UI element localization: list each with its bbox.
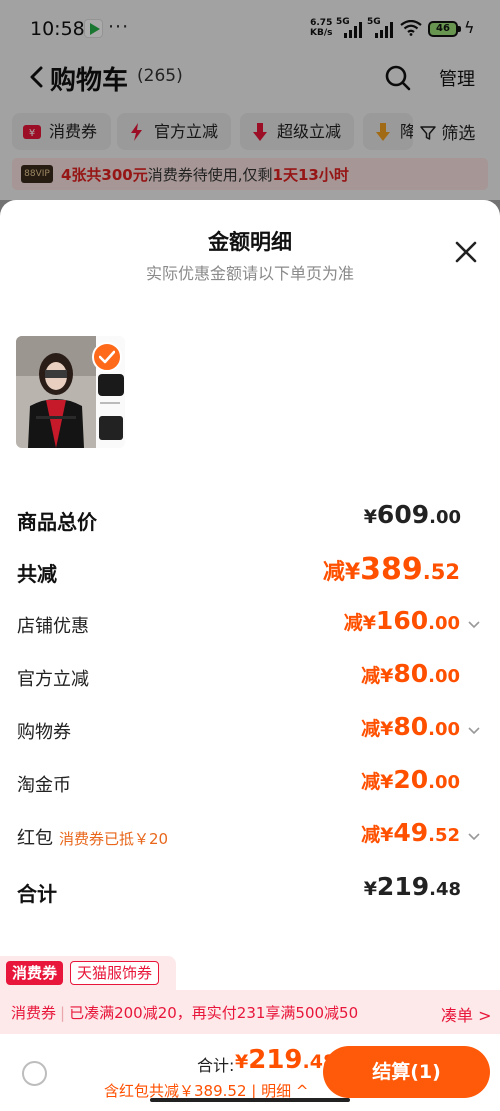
promo-text: 消费券 | 已凑满200减20，再实付231享满500减50 xyxy=(11,1002,358,1023)
red-packet-note: 消费券已抵￥20 xyxy=(59,830,169,848)
chevron-down-icon[interactable] xyxy=(467,620,481,630)
row-label: 店铺优惠 xyxy=(17,616,89,637)
row-amount: 减¥160.00 xyxy=(343,606,460,635)
row-goods-total: 商品总价 ¥609.00 xyxy=(0,500,500,536)
row-amount: 减¥80.00 xyxy=(361,712,460,741)
row-total-reduction: 共减 减¥389.52 xyxy=(0,552,500,588)
row-taobao-coins: 淘金币 减¥20.00 xyxy=(0,765,500,801)
product-photo xyxy=(16,336,96,448)
row-label: 淘金币 xyxy=(17,775,71,796)
promo-message: 已凑满200减20，再实付231享满500减50 xyxy=(69,1004,359,1022)
select-all-checkbox[interactable] xyxy=(22,1061,47,1086)
row-amount: 减¥20.00 xyxy=(361,765,460,794)
home-indicator xyxy=(150,1098,350,1102)
row-shop-discount[interactable]: 店铺优惠 减¥160.00 xyxy=(0,606,500,642)
row-amount: ¥219.48 xyxy=(363,872,461,901)
promo-bar[interactable]: 消费券 | 已凑满200减20，再实付231享满500减50 凑单 > xyxy=(0,990,500,1034)
coupon-tags: 消费券 天猫服饰券 xyxy=(0,952,500,990)
chevron-down-icon[interactable] xyxy=(467,832,481,842)
row-label: 购物券 xyxy=(17,722,71,743)
chevron-down-icon[interactable] xyxy=(467,726,481,736)
row-label: 商品总价 xyxy=(17,510,97,534)
row-grand-total: 合计 ¥219.48 xyxy=(0,872,500,908)
sheet-subtitle: 实际优惠金额请以下单页为准 xyxy=(145,264,354,283)
consume-coupon-tag[interactable]: 消费券 xyxy=(6,961,64,985)
row-label: 红包 消费券已抵￥20 xyxy=(17,828,169,849)
total-label: 合计: xyxy=(197,1056,235,1075)
row-label: 合计 xyxy=(17,882,57,906)
promo-separator: | xyxy=(60,1004,66,1022)
row-shopping-coupon[interactable]: 购物券 减¥80.00 xyxy=(0,712,500,748)
sheet-title: 金额明细 xyxy=(208,230,292,254)
row-amount: 减¥389.52 xyxy=(322,552,460,587)
row-amount: 减¥80.00 xyxy=(361,659,460,688)
row-red-packet[interactable]: 红包 消费券已抵￥20 减¥49.52 xyxy=(0,818,500,854)
checkout-button[interactable]: 结算(1) xyxy=(323,1046,490,1098)
promo-tag: 消费券 xyxy=(11,1004,57,1022)
row-label: 官方立减 xyxy=(17,669,89,690)
total-amount: ¥219.48 xyxy=(235,1045,337,1075)
row-amount: ¥609.00 xyxy=(363,500,461,529)
add-items-link[interactable]: 凑单 > xyxy=(441,1002,492,1026)
row-official-discount: 官方立减 减¥80.00 xyxy=(0,659,500,695)
row-amount: 减¥49.52 xyxy=(361,818,460,847)
close-icon[interactable] xyxy=(452,238,480,266)
tmall-apparel-coupon-tag[interactable]: 天猫服饰券 xyxy=(70,961,160,985)
row-label: 共减 xyxy=(17,562,57,586)
selected-check-icon[interactable] xyxy=(92,342,122,372)
